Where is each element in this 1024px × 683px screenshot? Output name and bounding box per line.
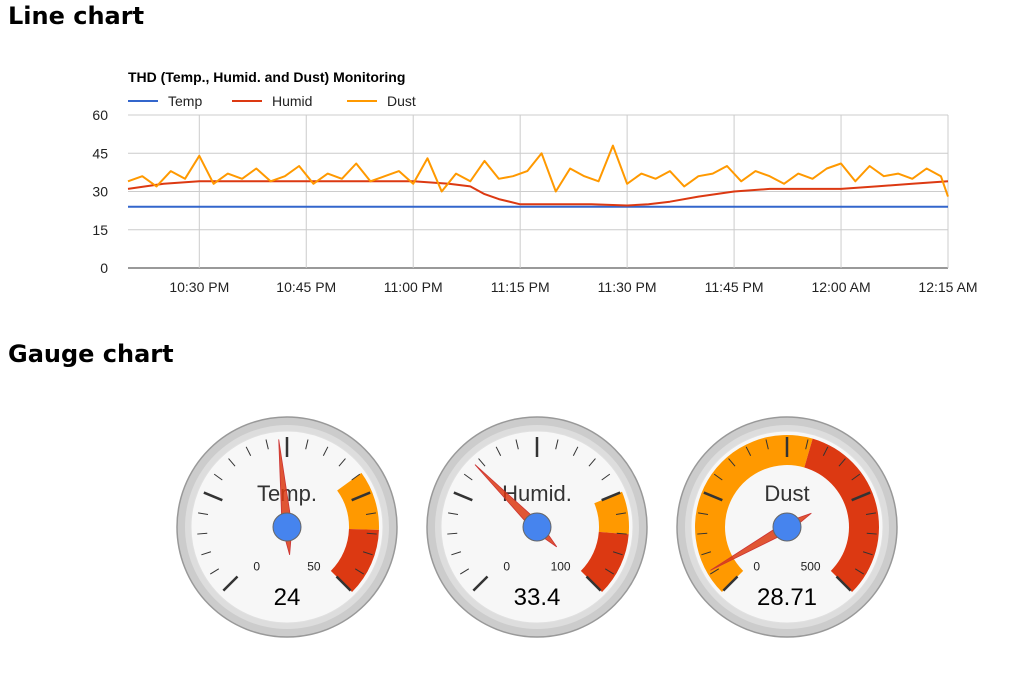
x-tick-label: 11:15 PM [491,279,550,295]
gauge-chart-heading: Gauge chart [8,340,174,368]
line-chart-heading: Line chart [8,2,145,30]
gauge-value: 24 [274,584,301,611]
line-chart-x-axis: 10:30 PM 10:45 PM 11:00 PM 11:15 PM 11:30 PM… [169,279,977,295]
series-line-humid [127,180,949,207]
gauge-max-label: 100 [551,560,571,574]
gauge-max-label: 500 [801,560,821,574]
gauge-max-label: 50 [307,560,321,574]
gauge-dust: 0 500 Dust 28.71 [676,416,898,638]
line-chart-series-group [127,144,949,208]
gauge-hub [772,512,802,542]
legend-label-dust: Dust [387,93,416,109]
x-tick-label: 11:00 PM [384,279,443,295]
legend-label-temp: Temp [168,93,202,109]
line-chart-grid [128,114,949,269]
y-tick-label: 30 [92,184,108,200]
gauge-hub [522,512,552,542]
x-tick-label: 11:30 PM [598,279,657,295]
x-tick-label: 12:00 AM [811,279,870,295]
y-tick-label: 15 [92,222,108,238]
y-tick-label: 60 [92,107,108,123]
gauge-value: 28.71 [757,584,817,611]
x-tick-label: 12:15 AM [918,279,977,295]
line-chart: THD (Temp., Humid. and Dust) Monitoring … [92,69,977,295]
gauge-value: 33.4 [514,584,561,611]
gauge-label: Dust [764,481,809,506]
gauge-hub [272,512,302,542]
legend-label-humid: Humid [272,93,312,109]
gauge-min-label: 0 [753,560,760,574]
gauge-temp: 050Temp.24 [176,416,398,638]
x-tick-label: 11:45 PM [705,279,764,295]
line-chart-y-axis: 0 15 30 45 60 [92,107,108,276]
line-chart-legend: Temp Humid Dust [128,93,416,109]
gauge-min-label: 0 [253,560,260,574]
gauge-charts: 050Temp.24 0100Humid.33.4 0500Dust28.71 [176,416,898,638]
gauge-min-label: 0 [503,560,510,574]
line-chart-title: THD (Temp., Humid. and Dust) Monitoring [128,69,405,85]
y-tick-label: 45 [92,145,108,161]
gauge-humid: 0 100Humid.33.4 [426,416,648,638]
x-tick-label: 10:30 PM [169,279,229,295]
y-tick-label: 0 [100,260,108,276]
x-tick-label: 10:45 PM [276,279,336,295]
